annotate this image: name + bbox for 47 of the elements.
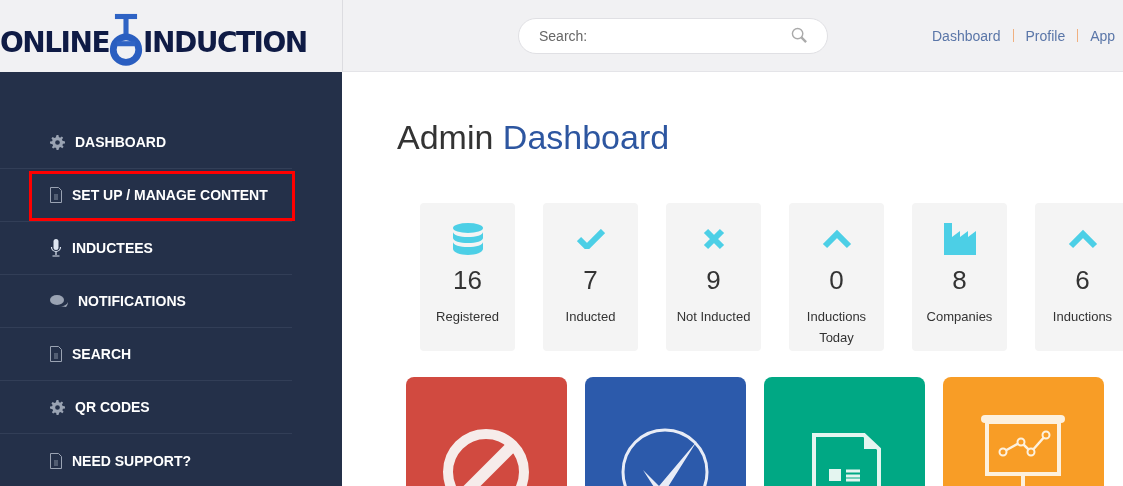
document-icon [50,452,62,469]
microphone-icon [50,239,62,257]
page-title: Admin Dashboard [397,118,671,157]
stat-value: 8 [952,265,967,296]
stat-label: Inductions Today [805,308,868,347]
presentation-board-icon [981,415,1065,486]
sidebar-item[interactable]: SET UP / MANAGE CONTENT [72,187,268,203]
database-icon [452,223,483,255]
chevron-up-icon [821,229,852,249]
chat-icon [50,294,68,308]
tile[interactable] [943,377,1104,486]
stat-label: Companies [926,308,993,326]
sidebar-item[interactable]: DASHBOARD [75,134,166,150]
document-icon [50,346,62,362]
sidebar-item[interactable]: SEARCH [72,346,132,362]
document-icon [50,187,62,203]
tile[interactable] [406,377,567,486]
form-icon [812,433,881,486]
stat-label: Registered [436,308,499,326]
sidebar-item[interactable]: NEED SUPPORT? [72,452,191,469]
logo-text: ONLINE [0,25,110,59]
stat-value: 0 [829,265,844,296]
sidebar-item[interactable]: NOTIFICATIONS [78,293,186,309]
sidebar-item[interactable]: INDUCTEES [72,240,153,256]
check-icon [576,229,605,249]
nav-link[interactable]: Profile [1025,27,1066,44]
nav-link[interactable]: App [1090,27,1116,44]
nav-link[interactable]: Dashboard [932,27,1001,44]
logo-text: INDUCTION [143,25,307,59]
cross-icon [702,228,725,250]
search-field[interactable]: Search: [518,17,828,54]
stat-label: Inductions [1052,308,1113,326]
chevron-up-icon [1067,229,1098,249]
stat-label: Not Inducted [676,308,751,326]
factory-icon [943,223,976,255]
tile[interactable] [585,377,746,486]
stat-label: Inducted [565,308,616,326]
sidebar-item[interactable]: QR CODES [75,399,150,415]
search-icon [791,26,808,44]
stat-value: 6 [1075,265,1090,296]
prohibited-icon [443,429,529,486]
gear-icon [50,399,65,415]
stat-value: 16 [453,265,482,296]
stat-value: 7 [583,265,598,296]
stat-value: 9 [706,265,721,296]
gear-icon [50,134,65,150]
tile[interactable] [764,377,925,486]
